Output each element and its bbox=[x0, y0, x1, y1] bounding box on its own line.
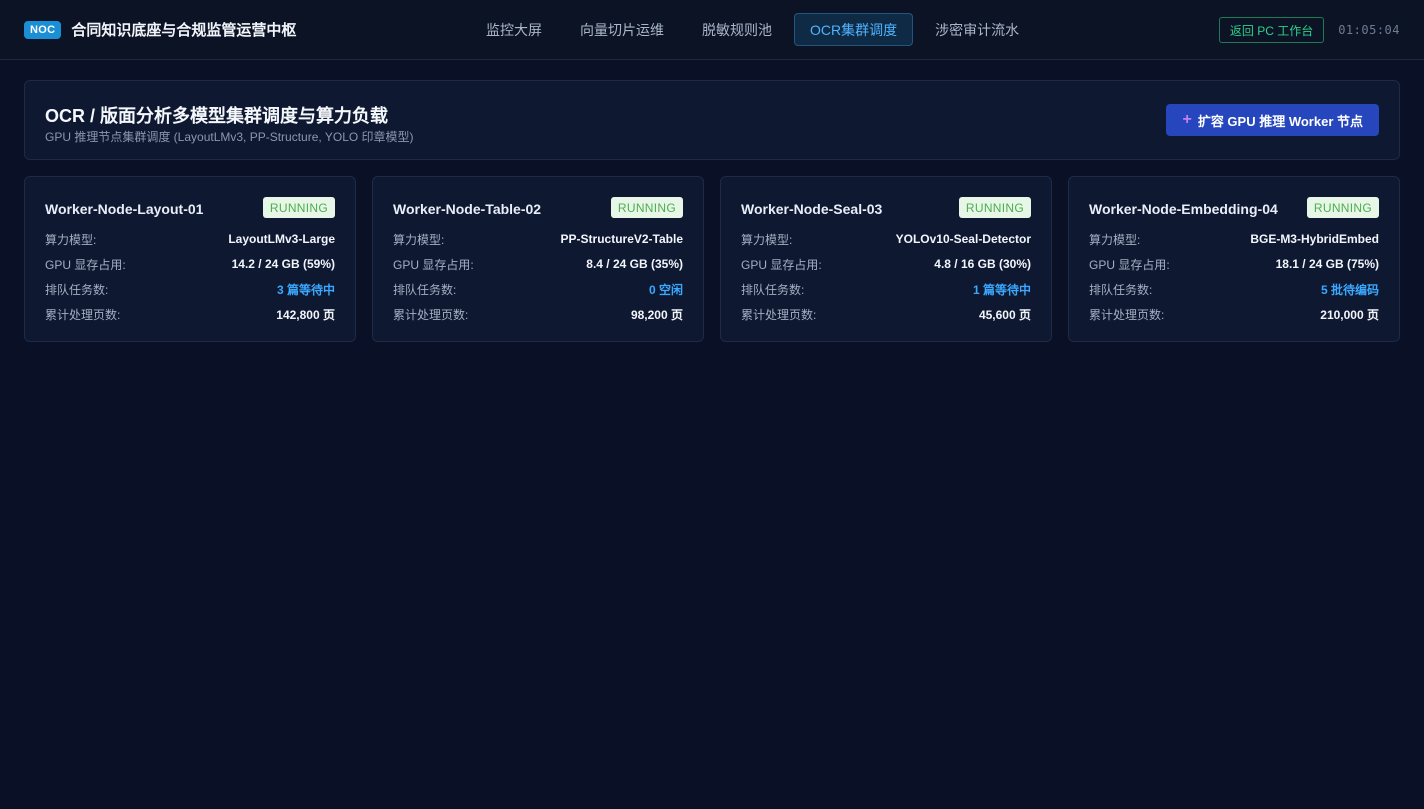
gpu-value: 18.1 / 24 GB (75%) bbox=[1275, 257, 1379, 271]
queue-value: 0 空闲 bbox=[648, 282, 683, 297]
queue-value: 3 篇等待中 bbox=[276, 282, 335, 297]
nav-ocr-cluster[interactable]: OCR集群调度 bbox=[794, 13, 914, 46]
gpu-row: GPU 显存占用: 4.8 / 16 GB (30%) bbox=[741, 256, 1031, 272]
status-badge: RUNNING bbox=[1306, 197, 1379, 218]
pages-value: 45,600 页 bbox=[978, 307, 1031, 322]
queue-label: 排队任务数: bbox=[393, 282, 457, 297]
top-bar: NOC 合同知识底座与合规监管运营中枢 监控大屏 向量切片运维 脱敏规则池 OC… bbox=[0, 0, 1424, 60]
plus-icon: + bbox=[1182, 111, 1192, 128]
pages-row: 累计处理页数: 98,200 页 bbox=[393, 306, 683, 322]
worker-name: Worker-Node-Layout-01 bbox=[45, 201, 204, 217]
noc-badge: NOC bbox=[24, 20, 62, 39]
gpu-label: GPU 显存占用: bbox=[45, 257, 126, 272]
top-right: 返回 PC 工作台 01:05:04 bbox=[1218, 17, 1400, 43]
brand: NOC 合同知识底座与合规监管运营中枢 bbox=[24, 19, 296, 40]
queue-row: 排队任务数: 0 空闲 bbox=[393, 281, 683, 297]
nav-monitor-screen[interactable]: 监控大屏 bbox=[470, 13, 558, 46]
nav-audit-log[interactable]: 涉密审计流水 bbox=[919, 13, 1035, 46]
return-pc-button[interactable]: 返回 PC 工作台 bbox=[1218, 17, 1325, 43]
model-value: LayoutLMv3-Large bbox=[228, 232, 335, 246]
queue-value: 1 篇等待中 bbox=[972, 282, 1031, 297]
queue-label: 排队任务数: bbox=[45, 282, 109, 297]
pages-label: 累计处理页数: bbox=[393, 307, 469, 322]
gpu-value: 14.2 / 24 GB (59%) bbox=[231, 257, 335, 271]
pages-row: 累计处理页数: 45,600 页 bbox=[741, 306, 1031, 322]
queue-row: 排队任务数: 3 篇等待中 bbox=[45, 281, 335, 297]
worker-card[interactable]: Worker-Node-Table-02 RUNNING 算力模型: PP-St… bbox=[372, 176, 704, 342]
gpu-label: GPU 显存占用: bbox=[393, 257, 474, 272]
queue-label: 排队任务数: bbox=[741, 282, 805, 297]
page-title: OCR / 版面分析多模型集群调度与算力负载 bbox=[45, 106, 389, 126]
model-label: 算力模型: bbox=[45, 232, 97, 247]
model-row: 算力模型: LayoutLMv3-Large bbox=[45, 231, 335, 247]
scale-worker-button[interactable]: + 扩容 GPU 推理 Worker 节点 bbox=[1166, 104, 1379, 136]
worker-card[interactable]: Worker-Node-Embedding-04 RUNNING 算力模型: B… bbox=[1068, 176, 1400, 342]
scale-worker-label: 扩容 GPU 推理 Worker 节点 bbox=[1197, 113, 1363, 129]
nav-vector-slicing[interactable]: 向量切片运维 bbox=[564, 13, 680, 46]
queue-value: 5 批待编码 bbox=[1320, 282, 1379, 297]
worker-card[interactable]: Worker-Node-Seal-03 RUNNING 算力模型: YOLOv1… bbox=[720, 176, 1052, 342]
gpu-label: GPU 显存占用: bbox=[741, 257, 822, 272]
app-title: 合同知识底座与合规监管运营中枢 bbox=[71, 22, 297, 39]
pages-label: 累计处理页数: bbox=[741, 307, 817, 322]
model-value: YOLOv10-Seal-Detector bbox=[895, 232, 1031, 246]
clock: 01:05:04 bbox=[1338, 23, 1400, 37]
status-badge: RUNNING bbox=[958, 197, 1031, 218]
model-label: 算力模型: bbox=[741, 232, 793, 247]
worker-cards: Worker-Node-Layout-01 RUNNING 算力模型: Layo… bbox=[24, 176, 1400, 342]
model-label: 算力模型: bbox=[1089, 232, 1141, 247]
worker-name: Worker-Node-Embedding-04 bbox=[1089, 201, 1278, 217]
page-subtitle: GPU 推理节点集群调度 (LayoutLMv3, PP-Structure, … bbox=[45, 130, 414, 144]
cluster-header-panel: OCR / 版面分析多模型集群调度与算力负载 GPU 推理节点集群调度 (Lay… bbox=[24, 80, 1400, 160]
model-label: 算力模型: bbox=[393, 232, 445, 247]
status-badge: RUNNING bbox=[610, 197, 683, 218]
gpu-row: GPU 显存占用: 8.4 / 24 GB (35%) bbox=[393, 256, 683, 272]
pages-label: 累计处理页数: bbox=[1089, 307, 1165, 322]
queue-row: 排队任务数: 1 篇等待中 bbox=[741, 281, 1031, 297]
gpu-row: GPU 显存占用: 18.1 / 24 GB (75%) bbox=[1089, 256, 1379, 272]
nav-desensitization-rules[interactable]: 脱敏规则池 bbox=[686, 13, 788, 46]
model-row: 算力模型: PP-StructureV2-Table bbox=[393, 231, 683, 247]
gpu-row: GPU 显存占用: 14.2 / 24 GB (59%) bbox=[45, 256, 335, 272]
worker-name: Worker-Node-Table-02 bbox=[393, 201, 542, 217]
pages-value: 142,800 页 bbox=[276, 307, 335, 322]
worker-card[interactable]: Worker-Node-Layout-01 RUNNING 算力模型: Layo… bbox=[24, 176, 356, 342]
model-row: 算力模型: BGE-M3-HybridEmbed bbox=[1089, 231, 1379, 247]
pages-label: 累计处理页数: bbox=[45, 307, 121, 322]
pages-row: 累计处理页数: 142,800 页 bbox=[45, 306, 335, 322]
model-row: 算力模型: YOLOv10-Seal-Detector bbox=[741, 231, 1031, 247]
queue-row: 排队任务数: 5 批待编码 bbox=[1089, 281, 1379, 297]
main-nav: 监控大屏 向量切片运维 脱敏规则池 OCR集群调度 涉密审计流水 bbox=[470, 13, 1035, 46]
pages-value: 98,200 页 bbox=[630, 307, 683, 322]
pages-row: 累计处理页数: 210,000 页 bbox=[1089, 306, 1379, 322]
status-badge: RUNNING bbox=[262, 197, 335, 218]
model-value: PP-StructureV2-Table bbox=[560, 232, 683, 246]
worker-name: Worker-Node-Seal-03 bbox=[741, 201, 883, 217]
pages-value: 210,000 页 bbox=[1320, 307, 1379, 322]
gpu-value: 4.8 / 16 GB (30%) bbox=[934, 257, 1031, 271]
gpu-value: 8.4 / 24 GB (35%) bbox=[586, 257, 683, 271]
queue-label: 排队任务数: bbox=[1089, 282, 1153, 297]
model-value: BGE-M3-HybridEmbed bbox=[1250, 232, 1379, 246]
gpu-label: GPU 显存占用: bbox=[1089, 257, 1170, 272]
